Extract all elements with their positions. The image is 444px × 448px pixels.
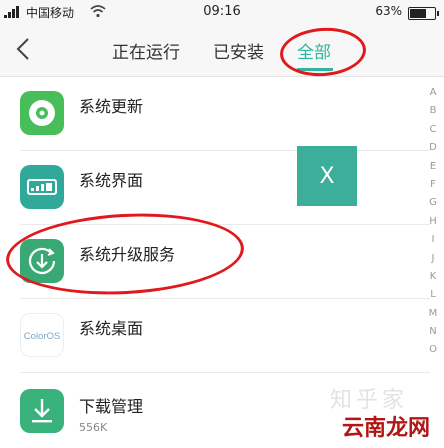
alphabet-letter[interactable]: K bbox=[426, 268, 440, 286]
alphabet-index[interactable]: ABCDEFGHIJKLMNO bbox=[426, 84, 440, 360]
alphabet-letter[interactable]: E bbox=[426, 158, 440, 176]
battery-icon bbox=[408, 7, 439, 20]
battery-percent: 63% bbox=[375, 4, 402, 18]
back-arrow-icon[interactable] bbox=[12, 36, 38, 62]
app-name: 系统界面 bbox=[79, 171, 144, 190]
download-tray-icon bbox=[20, 389, 64, 433]
svg-text:ColorOS: ColorOS bbox=[24, 331, 61, 342]
watermark-logo: 云南龙网 bbox=[337, 410, 434, 442]
app-size: 556K bbox=[79, 421, 108, 434]
status-bar: 中国移动 09:16 63% bbox=[0, 0, 444, 24]
coloros-logo-icon: ColorOS bbox=[20, 313, 64, 357]
alphabet-letter[interactable]: B bbox=[426, 102, 440, 120]
alphabet-letter[interactable]: F bbox=[426, 176, 440, 194]
app-row-system-ui[interactable]: 系统界面 bbox=[0, 151, 430, 225]
coloros-wordmark: ColorOS bbox=[24, 331, 61, 342]
alphabet-letter[interactable]: D bbox=[426, 139, 440, 157]
top-nav-bar: 正在运行 已安装 全部 bbox=[0, 24, 444, 77]
alphabet-letter[interactable]: G bbox=[426, 194, 440, 212]
app-name: 系统桌面 bbox=[79, 319, 144, 338]
alphabet-letter[interactable]: C bbox=[426, 121, 440, 139]
alphabet-letter[interactable]: I bbox=[426, 231, 440, 249]
app-name: 下载管理 bbox=[79, 397, 144, 416]
alphabet-letter[interactable]: A bbox=[426, 84, 440, 102]
alphabet-letter[interactable]: J bbox=[426, 250, 440, 268]
alphabet-letter[interactable]: H bbox=[426, 213, 440, 231]
alphabet-letter[interactable]: L bbox=[426, 286, 440, 304]
app-name: 系统更新 bbox=[79, 97, 144, 116]
app-row-system-update[interactable]: 系统更新 bbox=[0, 77, 430, 151]
alphabet-letter[interactable]: M bbox=[426, 305, 440, 323]
app-row-system-launcher[interactable]: ColorOS 系统桌面 bbox=[0, 299, 430, 373]
battery-ui-icon bbox=[20, 165, 64, 209]
alphabet-letter[interactable]: N bbox=[426, 323, 440, 341]
alphabet-letter[interactable]: O bbox=[426, 341, 440, 359]
tab-installed[interactable]: 已安装 bbox=[213, 38, 264, 63]
overlay-close-button[interactable]: X bbox=[297, 146, 357, 206]
tab-running[interactable]: 正在运行 bbox=[112, 38, 180, 63]
disc-icon bbox=[20, 91, 64, 135]
